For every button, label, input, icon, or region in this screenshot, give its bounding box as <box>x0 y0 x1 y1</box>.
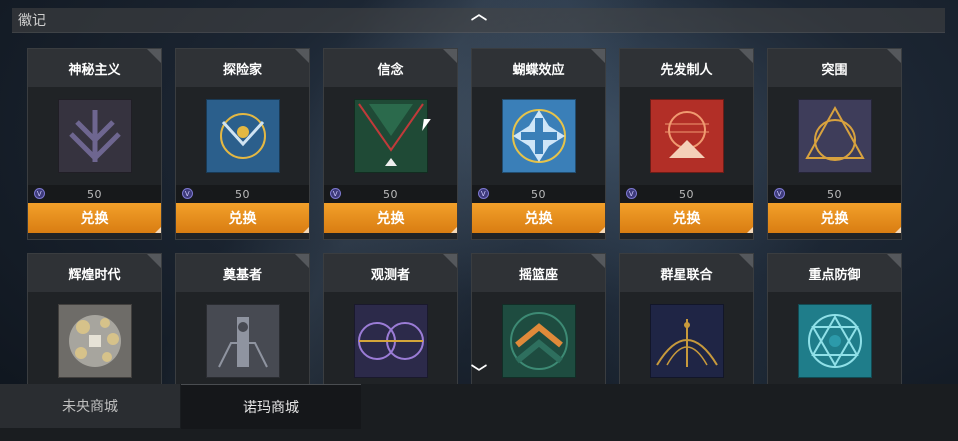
currency-icon: V <box>34 188 45 199</box>
emblem-name: 信念 <box>324 49 457 87</box>
emblem-name: 摇篮座 <box>472 254 605 292</box>
price-value: 50 <box>827 187 842 201</box>
shop-tabs: 未央商城 诺玛商城 <box>0 384 958 441</box>
emblem-image <box>472 292 605 384</box>
emblem-image <box>768 292 901 384</box>
emblem-name: 群星联合 <box>620 254 753 292</box>
price-row: V 50 <box>620 185 753 203</box>
emblem-card[interactable]: 辉煌时代 <box>27 253 162 384</box>
emblem-image <box>324 292 457 384</box>
price-row: V 50 <box>768 185 901 203</box>
exchange-button[interactable]: 兑换 <box>28 203 161 233</box>
emblem-image <box>620 87 753 185</box>
emblem-image <box>620 292 753 384</box>
currency-icon: V <box>774 188 785 199</box>
emblem-card[interactable]: 蝴蝶效应 V 50 兑换 <box>471 48 606 240</box>
currency-icon: V <box>330 188 341 199</box>
emblem-card[interactable]: 探险家 V 50 兑换 <box>175 48 310 240</box>
scroll-down-icon[interactable]: ﹀ <box>471 365 487 381</box>
price-value: 50 <box>87 187 102 201</box>
emblem-name: 奠基者 <box>176 254 309 292</box>
price-row: V 50 <box>28 185 161 203</box>
emblem-image <box>768 87 901 185</box>
emblem-image <box>176 87 309 185</box>
emblem-name: 观测者 <box>324 254 457 292</box>
emblem-card[interactable]: 奠基者 <box>175 253 310 384</box>
price-value: 50 <box>679 187 694 201</box>
price-row: V 50 <box>472 185 605 203</box>
emblem-name: 辉煌时代 <box>28 254 161 292</box>
exchange-button[interactable]: 兑换 <box>176 203 309 233</box>
emblem-name: 重点防御 <box>768 254 901 292</box>
currency-icon: V <box>478 188 489 199</box>
emblem-grid: 神秘主义 V 50 兑换 探险家 V 50 兑换 信念 V 50 兑换 蝴蝶效应 V 50 兑换 先发制人 V 50… <box>27 48 907 384</box>
emblem-card[interactable]: 先发制人 V 50 兑换 <box>619 48 754 240</box>
emblem-name: 突围 <box>768 49 901 87</box>
emblem-name: 先发制人 <box>620 49 753 87</box>
tab-nuoma-shop[interactable]: 诺玛商城 <box>181 384 361 429</box>
emblem-image <box>176 292 309 384</box>
scroll-up-icon[interactable]: ︿ <box>471 6 487 22</box>
emblem-image <box>324 87 457 185</box>
emblem-card[interactable]: 信念 V 50 兑换 <box>323 48 458 240</box>
emblem-card[interactable]: 观测者 <box>323 253 458 384</box>
price-value: 50 <box>531 187 546 201</box>
emblem-name: 探险家 <box>176 49 309 87</box>
exchange-button[interactable]: 兑换 <box>620 203 753 233</box>
emblem-card[interactable]: 突围 V 50 兑换 <box>767 48 902 240</box>
emblem-card[interactable]: 重点防御 <box>767 253 902 384</box>
price-value: 50 <box>383 187 398 201</box>
section-title: 徽记 <box>18 13 46 29</box>
emblem-card[interactable]: 神秘主义 V 50 兑换 <box>27 48 162 240</box>
emblem-image <box>472 87 605 185</box>
price-row: V 50 <box>176 185 309 203</box>
price-value: 50 <box>235 187 250 201</box>
exchange-button[interactable]: 兑换 <box>768 203 901 233</box>
emblem-name: 蝴蝶效应 <box>472 49 605 87</box>
tab-weiyang-shop[interactable]: 未央商城 <box>0 384 180 428</box>
emblem-card[interactable]: 群星联合 <box>619 253 754 384</box>
exchange-button[interactable]: 兑换 <box>472 203 605 233</box>
price-row: V 50 <box>324 185 457 203</box>
emblem-image <box>28 87 161 185</box>
exchange-button[interactable]: 兑换 <box>324 203 457 233</box>
currency-icon: V <box>626 188 637 199</box>
emblem-card[interactable]: 摇篮座 <box>471 253 606 384</box>
currency-icon: V <box>182 188 193 199</box>
emblem-name: 神秘主义 <box>28 49 161 87</box>
emblem-image <box>28 292 161 384</box>
